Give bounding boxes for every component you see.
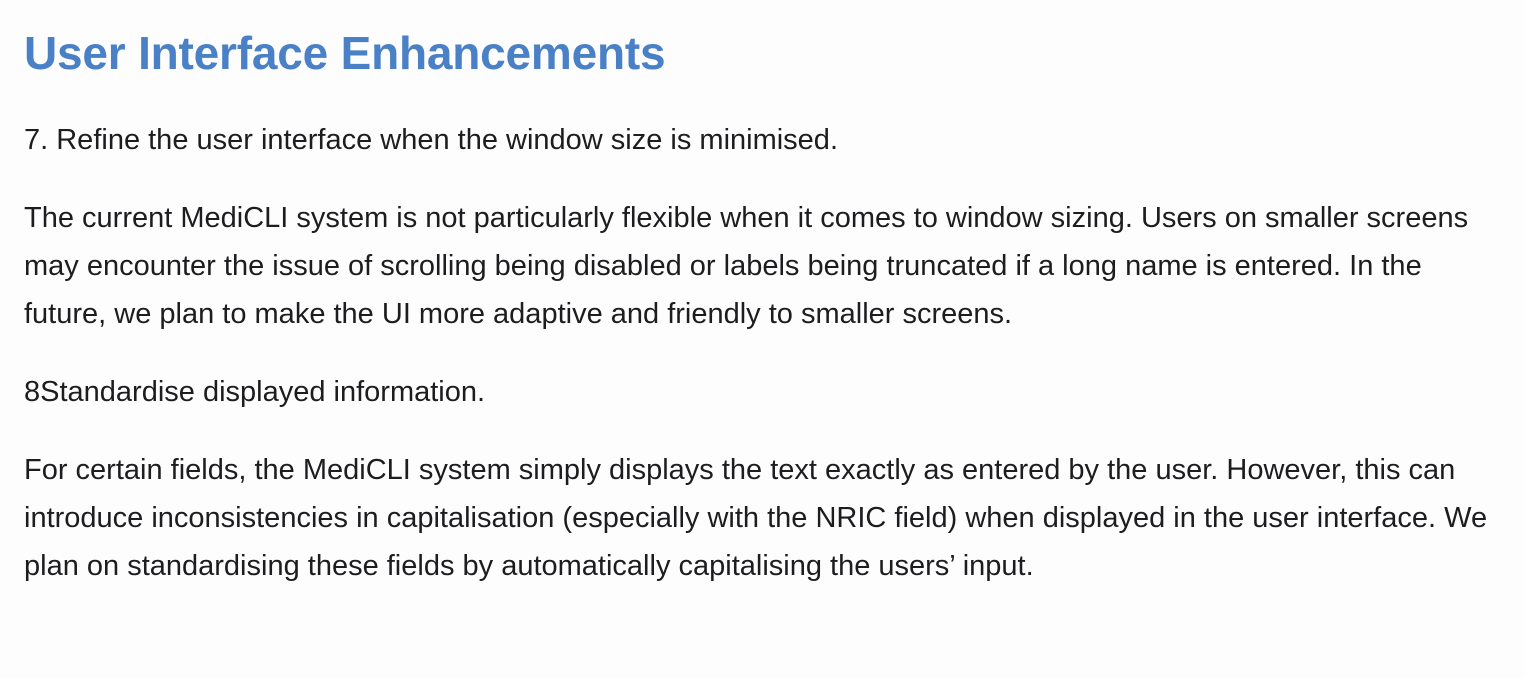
enhancement-item-7-title: 7. Refine the user interface when the wi…: [24, 124, 838, 156]
document-page: User Interface Enhancements 7. Refine th…: [0, 0, 1524, 678]
enhancement-item-7-description: The current MediCLI system is not partic…: [24, 202, 1469, 330]
enhancement-item-8-title: 8Standardise displayed information.: [24, 376, 486, 408]
section-heading: User Interface Enhancements: [24, 27, 666, 79]
enhancement-item-8-description: For certain fields, the MediCLI system s…: [24, 454, 1488, 582]
